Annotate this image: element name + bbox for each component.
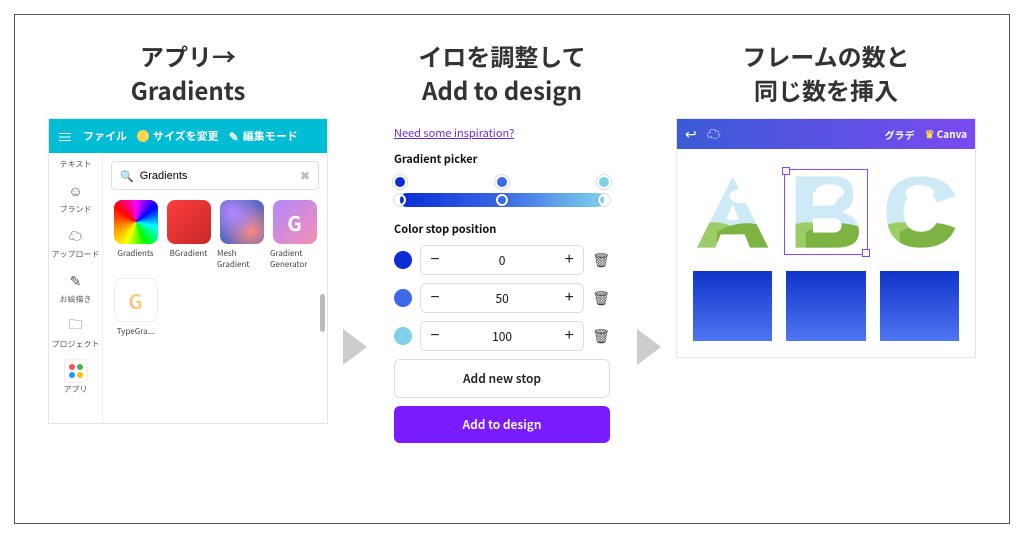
app-tile-gradients[interactable]: Gradients (111, 200, 160, 270)
gradient-square[interactable] (786, 271, 865, 341)
search-icon: 🔍 (120, 168, 134, 184)
panel-gradient-controls: Need some inspiration? Gradient picker C… (382, 118, 622, 455)
canva-pro-button[interactable]: ♛ Canva (925, 126, 967, 142)
plus-button[interactable]: + (555, 246, 583, 274)
stop-position-stepper[interactable]: − 0 + (420, 245, 584, 275)
stop-swatch[interactable] (394, 327, 412, 345)
pencil-icon: ✎ (229, 128, 239, 145)
clear-icon[interactable]: ✖ (300, 167, 310, 184)
frame-letter-c[interactable] (880, 171, 959, 253)
pencil-icon: ✎ (65, 270, 87, 292)
sidebar-item-draw[interactable]: ✎お絵描き (60, 270, 92, 305)
picker-stop-handle[interactable] (495, 175, 509, 189)
search-input[interactable] (140, 170, 294, 182)
cloud-icon: ☁ (707, 124, 721, 144)
app-tile-mesh[interactable]: Mesh Gradient (217, 200, 266, 270)
stop-value: 0 (449, 252, 555, 269)
minus-button[interactable]: − (421, 322, 449, 350)
stop-position-stepper[interactable]: − 100 + (420, 321, 584, 351)
gradient-square[interactable] (880, 271, 959, 341)
heading-2: イロを調整して Add to design (418, 39, 585, 106)
color-stop-row: − 100 + 🗑 (394, 321, 610, 351)
stop-value: 50 (449, 290, 555, 307)
cloud-upload-icon: ☁ (65, 225, 87, 247)
heading-1: アプリ→ Gradients (131, 39, 246, 106)
doc-title[interactable]: グラデ (885, 127, 915, 142)
inspiration-link[interactable]: Need some inspiration? (394, 125, 514, 141)
sidebar-item-brand[interactable]: ☺ブランド (60, 180, 92, 215)
panel-apps: ≡ ファイル サイズを変更 ✎ 編集モード テキスト ☺ブランド ☁アップロード… (48, 118, 328, 424)
picker-stop-handle[interactable] (597, 175, 611, 189)
design-canvas[interactable] (677, 149, 975, 357)
crown-icon: ♛ (925, 126, 935, 142)
stop-value: 100 (449, 328, 555, 345)
panel-canvas: ↩ ☁ グラデ ♛ Canva (676, 118, 976, 358)
crown-icon (137, 130, 149, 142)
trash-icon[interactable]: 🗑 (592, 288, 610, 308)
plus-button[interactable]: + (555, 284, 583, 312)
trash-icon[interactable]: 🗑 (592, 326, 610, 346)
sidebar-item-apps[interactable]: アプリ (64, 360, 88, 395)
apps-icon (65, 360, 87, 382)
app-tile-typegra[interactable]: TypeGra... (111, 278, 160, 337)
minus-button[interactable]: − (421, 246, 449, 274)
sidebar-item-upload[interactable]: ☁アップロード (52, 225, 100, 260)
gradient-picker[interactable] (394, 175, 610, 207)
stop-swatch[interactable] (394, 251, 412, 269)
frame-letter-a[interactable] (693, 171, 772, 253)
minus-button[interactable]: − (421, 284, 449, 312)
color-stop-row: − 50 + 🗑 (394, 283, 610, 313)
color-stop-row: − 0 + 🗑 (394, 245, 610, 275)
brand-icon: ☺ (65, 180, 87, 202)
gradient-picker-label: Gradient picker (394, 151, 610, 167)
add-new-stop-button[interactable]: Add new stop (394, 359, 610, 398)
trash-icon[interactable]: 🗑 (592, 250, 610, 270)
plus-button[interactable]: + (555, 322, 583, 350)
edit-mode-button[interactable]: ✎ 編集モード (229, 128, 298, 145)
heading-3: フレームの数と 同じ数を挿入 (742, 39, 909, 106)
canvas-topbar: ↩ ☁ グラデ ♛ Canva (677, 119, 975, 149)
app-tile-bgradient[interactable]: BGradient (164, 200, 213, 270)
canva-topbar: ≡ ファイル サイズを変更 ✎ 編集モード (49, 119, 327, 153)
folder-icon: 🗀 (65, 315, 87, 337)
sidebar-item-project[interactable]: 🗀プロジェクト (52, 315, 100, 350)
left-rail: テキスト ☺ブランド ☁アップロード ✎お絵描き 🗀プロジェクト アプリ (49, 153, 103, 423)
sidebar-item-text[interactable]: テキスト (60, 159, 92, 170)
stop-position-stepper[interactable]: − 50 + (420, 283, 584, 313)
picker-stop-handle[interactable] (393, 175, 407, 189)
gradient-bar-handle[interactable] (598, 194, 610, 206)
gradient-bar-handle[interactable] (394, 194, 406, 206)
hamburger-icon[interactable]: ≡ (57, 124, 73, 148)
gradient-bar[interactable] (400, 193, 604, 207)
add-to-design-button[interactable]: Add to design (394, 406, 610, 443)
gradient-square[interactable] (693, 271, 772, 341)
app-search[interactable]: 🔍 ✖ (111, 161, 319, 190)
arrow-icon (343, 329, 367, 370)
back-icon[interactable]: ↩ (685, 124, 697, 144)
scrollbar-thumb[interactable] (320, 294, 325, 332)
arrow-icon (637, 329, 661, 370)
color-stop-label: Color stop position (394, 221, 610, 237)
frame-letter-b-selected[interactable] (786, 171, 865, 253)
app-tile-generator[interactable]: Gradient Generator (270, 200, 319, 270)
stop-swatch[interactable] (394, 289, 412, 307)
gradient-bar-handle[interactable] (496, 194, 508, 206)
file-menu[interactable]: ファイル (83, 128, 127, 144)
resize-button[interactable]: サイズを変更 (137, 128, 219, 144)
